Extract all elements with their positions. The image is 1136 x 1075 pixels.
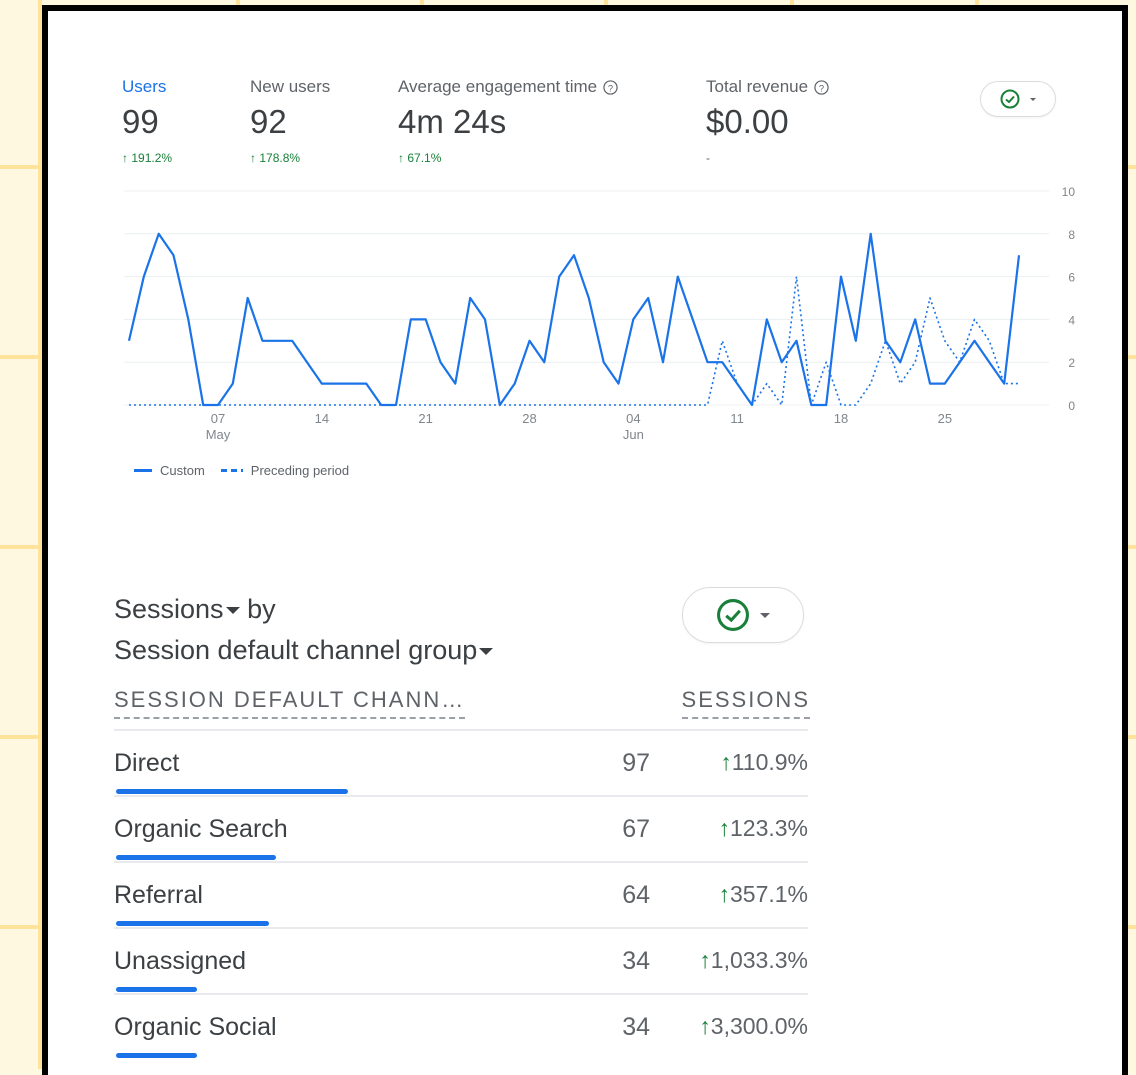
sessions-value: 97: [622, 749, 650, 777]
dimension-selector[interactable]: Session default channel group: [114, 635, 494, 665]
channel-name: Direct: [114, 749, 180, 777]
check-circle-icon: [1000, 89, 1020, 109]
metric-label: Average engagement time ?: [398, 77, 618, 97]
column-header-dimension[interactable]: SESSION DEFAULT CHANN…: [114, 687, 466, 719]
help-circle-icon[interactable]: ?: [814, 79, 829, 95]
share-bar: [116, 855, 276, 860]
sessions-value: 64: [622, 881, 650, 909]
table-row[interactable]: Direct 97 ↑110.9%: [114, 729, 808, 797]
comparison-status-dropdown[interactable]: [980, 81, 1056, 117]
arrow-up-icon: ↑: [699, 1013, 711, 1039]
caret-down-icon: [1030, 97, 1036, 101]
sessions-value: 34: [622, 947, 650, 975]
chart-legend: Custom Preceding period: [134, 463, 349, 478]
x-tick-label: 04: [626, 411, 640, 426]
arrow-up-icon: ↑: [122, 151, 128, 165]
sessions-card-title: Sessions by Session default channel grou…: [114, 589, 494, 671]
arrow-up-icon: ↑: [718, 881, 730, 907]
legend-swatch-dashed: [220, 469, 243, 472]
metric-value: $0.00: [706, 103, 789, 140]
share-bar: [116, 987, 197, 992]
caret-down-icon: [760, 612, 770, 618]
caret-down-icon: [225, 607, 240, 615]
column-header-sessions[interactable]: SESSIONS: [681, 687, 810, 719]
x-tick-label: 28: [522, 411, 536, 426]
table-row[interactable]: Organic Social 34 ↑3,300.0%: [114, 993, 808, 1061]
sessions-change: ↑3,300.0%: [699, 1013, 808, 1039]
x-tick-month: Jun: [623, 427, 644, 442]
x-tick-label: 07: [211, 411, 225, 426]
sessions-change: ↑1,033.3%: [699, 947, 808, 973]
line-chart-svg: 10 8 6 4 2 0 07May 14 21 28 04Jun 11 18 25: [124, 185, 1076, 442]
y-tick-label: 6: [1068, 271, 1075, 285]
channel-name: Referral: [114, 881, 203, 909]
x-tick-label: 14: [315, 411, 329, 426]
metric-value: 4m 24s: [398, 103, 507, 140]
share-bar: [116, 1053, 197, 1058]
metric-tab-new-users[interactable]: New users 92 ↑ 178.8%: [250, 77, 330, 165]
x-tick-label: 11: [730, 411, 744, 426]
metric-tab-engagement-time[interactable]: Average engagement time ? 4m 24s ↑ 67.1%: [398, 77, 618, 165]
x-tick-label: 21: [418, 411, 432, 426]
caret-down-icon: [479, 648, 494, 656]
metric-label: Total revenue ?: [706, 77, 829, 97]
sessions-value: 67: [622, 815, 650, 843]
metric-change: ↑ 191.2%: [122, 151, 173, 165]
y-tick-label: 0: [1068, 399, 1075, 413]
users-line-chart: 10 8 6 4 2 0 07 May 14 21 28 04 Jun 11 18 25: [114, 181, 1119, 442]
sessions-change: ↑357.1%: [718, 881, 808, 907]
table-row[interactable]: Unassigned 34 ↑1,033.3%: [114, 927, 808, 995]
metric-label: New users: [250, 77, 331, 96]
sessions-value: 34: [622, 1013, 650, 1041]
share-bar: [116, 789, 348, 794]
arrow-up-icon: ↑: [398, 151, 404, 165]
x-tick-label: 25: [938, 411, 952, 426]
arrow-up-icon: ↑: [250, 151, 256, 165]
arrow-up-icon: ↑: [718, 815, 730, 841]
metric-value: 99: [122, 103, 159, 140]
channel-name: Organic Social: [114, 1013, 277, 1041]
arrow-up-icon: ↑: [720, 749, 732, 775]
share-bar: [116, 921, 269, 926]
metric-change: ↑ 67.1%: [398, 151, 442, 165]
svg-text:?: ?: [819, 83, 824, 93]
y-tick-label: 8: [1068, 228, 1075, 242]
metric-tab-total-revenue[interactable]: Total revenue ? $0.00 -: [706, 77, 829, 165]
table-row[interactable]: Organic Search 67 ↑123.3%: [114, 795, 808, 863]
legend-label-custom: Custom: [160, 463, 205, 478]
metric-selector[interactable]: Sessions: [114, 594, 240, 624]
legend-label-preceding: Preceding period: [250, 463, 350, 478]
sessions-change: ↑123.3%: [718, 815, 808, 841]
x-tick-month: May: [206, 427, 231, 442]
metric-value: 92: [250, 103, 287, 140]
table-row[interactable]: Referral 64 ↑357.1%: [114, 861, 808, 929]
channel-name: Unassigned: [114, 947, 247, 975]
svg-text:?: ?: [608, 83, 613, 93]
y-tick-label: 10: [1062, 185, 1076, 199]
sessions-change: ↑110.9%: [720, 749, 808, 775]
arrow-up-icon: ↑: [699, 947, 711, 973]
help-circle-icon[interactable]: ?: [603, 79, 618, 95]
y-tick-label: 4: [1068, 313, 1075, 327]
check-circle-icon: [717, 599, 749, 631]
metric-tab-users[interactable]: Users 99 ↑ 191.2%: [122, 77, 172, 165]
report-card: Users 99 ↑ 191.2% New users 92 ↑ 178.8% …: [42, 5, 1128, 1075]
y-tick-label: 2: [1068, 356, 1075, 370]
sessions-status-dropdown[interactable]: [682, 587, 804, 643]
metric-change: ↑ 178.8%: [250, 151, 301, 165]
metric-label: Users: [122, 77, 167, 96]
channel-name: Organic Search: [114, 815, 288, 843]
legend-swatch-solid: [134, 469, 152, 472]
metric-change: -: [706, 151, 710, 165]
x-tick-label: 18: [834, 411, 848, 426]
